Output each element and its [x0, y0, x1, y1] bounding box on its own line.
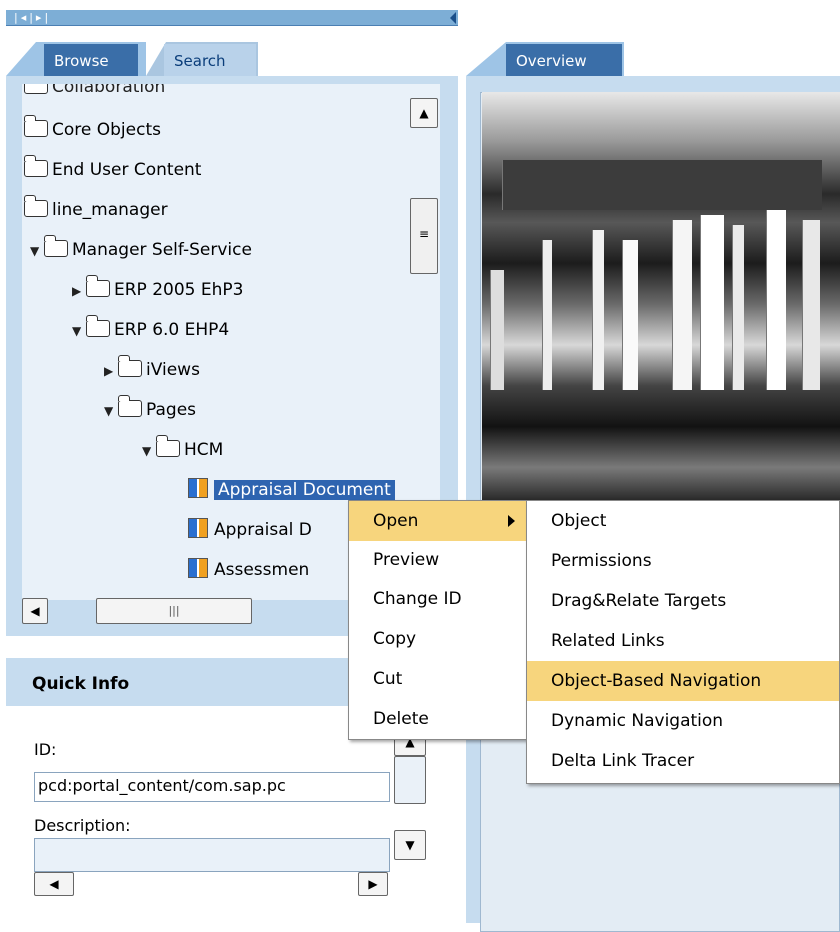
- tree-item-appraisal-d[interactable]: Appraisal D: [188, 518, 312, 542]
- page-icon: [188, 478, 208, 498]
- submenu-item-delta-link-tracer[interactable]: Delta Link Tracer: [527, 741, 839, 781]
- history-nav-buttons[interactable]: |◂|▸|: [14, 11, 51, 24]
- tree-item-label: Collaboration: [52, 84, 166, 97]
- tree-item-pages[interactable]: ▼ Pages: [104, 395, 197, 423]
- tree-item-label: Assessmen: [214, 560, 310, 580]
- tree-item-label: HCM: [184, 440, 224, 460]
- tree-item-label: iViews: [146, 360, 200, 380]
- submenu-item-permissions[interactable]: Permissions: [527, 541, 839, 581]
- quickinfo-scroll-down-button[interactable]: ▼: [394, 830, 426, 860]
- folder-icon: [85, 315, 110, 337]
- tab-search[interactable]: Search: [164, 44, 256, 76]
- tree-item-assessment[interactable]: Assessmen: [188, 558, 309, 582]
- tree-item-end-user-content[interactable]: End User Content: [23, 155, 202, 182]
- description-scroll-left-button[interactable]: ◀: [34, 872, 74, 896]
- open-submenu: Object Permissions Drag&Relate Targets R…: [526, 500, 840, 784]
- expand-right-icon[interactable]: ▶: [72, 279, 86, 303]
- folder-icon: [24, 84, 48, 94]
- tree-item-label: ERP 6.0 EHP4: [114, 320, 230, 340]
- tree-item-core-objects[interactable]: Core Objects: [23, 115, 161, 142]
- folder-icon: [23, 115, 48, 137]
- top-navigation-strip: |◂|▸|: [6, 10, 458, 26]
- tree-item-line-manager[interactable]: line_manager: [23, 195, 168, 222]
- library-books-image: [482, 92, 840, 500]
- submenu-item-related-links[interactable]: Related Links: [527, 621, 839, 661]
- page-icon: [188, 518, 208, 538]
- menu-item-copy[interactable]: Copy: [349, 619, 527, 659]
- folder-icon: [85, 275, 110, 297]
- tree-item-label: Manager Self-Service: [72, 240, 252, 260]
- tab-search-label: Search: [174, 52, 226, 70]
- expand-down-icon[interactable]: ▼: [104, 399, 118, 423]
- submenu-item-dynamic-navigation[interactable]: Dynamic Navigation: [527, 701, 839, 741]
- scroll-up-button[interactable]: ▲: [410, 98, 438, 128]
- tree-item-label: Pages: [146, 400, 197, 420]
- folder-icon: [23, 195, 48, 217]
- tab-browse-label: Browse: [54, 52, 109, 70]
- tree-item-appraisal-document-selected[interactable]: Appraisal Document: [188, 478, 395, 502]
- menu-item-open[interactable]: Open: [349, 501, 527, 541]
- tree-item-erp-6-ehp4[interactable]: ▼ ERP 6.0 EHP4: [72, 315, 230, 343]
- id-label: ID:: [34, 740, 57, 759]
- submenu-item-drag-relate-targets[interactable]: Drag&Relate Targets: [527, 581, 839, 621]
- tree-item-iviews[interactable]: ▶ iViews: [104, 355, 200, 383]
- description-field[interactable]: [34, 838, 390, 872]
- tree-item-erp-2005-ehp3[interactable]: ▶ ERP 2005 EhP3: [72, 275, 244, 303]
- folder-icon: [23, 155, 48, 177]
- folder-icon: [117, 355, 142, 377]
- tree-item-label: ERP 2005 EhP3: [114, 280, 244, 300]
- tab-browse[interactable]: Browse: [44, 44, 138, 76]
- expand-down-icon[interactable]: ▼: [142, 439, 156, 463]
- collapse-arrow-icon[interactable]: [450, 12, 456, 24]
- menu-item-label: Open: [373, 511, 419, 531]
- tree-item-hcm[interactable]: ▼ HCM: [142, 435, 224, 463]
- folder-icon: [117, 395, 142, 417]
- scroll-left-button[interactable]: ◀: [22, 598, 48, 624]
- tab-overview-label: Overview: [516, 52, 587, 70]
- tree-item-label: Appraisal Document: [214, 480, 395, 500]
- submenu-arrow-icon: [508, 515, 515, 527]
- expand-down-icon[interactable]: ▼: [30, 239, 44, 263]
- context-menu: Open Preview Change ID Copy Cut Delete: [348, 500, 528, 740]
- menu-item-cut[interactable]: Cut: [349, 659, 527, 699]
- tree-item-label: Core Objects: [52, 120, 161, 140]
- menu-item-delete[interactable]: Delete: [349, 699, 527, 739]
- description-scroll-right-button[interactable]: ▶: [358, 872, 388, 896]
- menu-item-preview[interactable]: Preview: [349, 541, 527, 579]
- tab-overview[interactable]: Overview: [506, 44, 622, 76]
- folder-icon: [43, 235, 68, 257]
- quickinfo-scroll-thumb[interactable]: [394, 756, 426, 804]
- menu-item-change-id[interactable]: Change ID: [349, 579, 527, 619]
- submenu-item-object[interactable]: Object: [527, 501, 839, 541]
- expand-down-icon[interactable]: ▼: [72, 319, 86, 343]
- tree-item-label: Appraisal D: [214, 520, 312, 540]
- folder-icon: [155, 435, 180, 457]
- description-label: Description:: [34, 816, 131, 835]
- submenu-item-object-based-navigation[interactable]: Object-Based Navigation: [527, 661, 839, 701]
- id-field[interactable]: pcd:portal_content/com.sap.pc: [34, 772, 390, 802]
- page-icon: [188, 558, 208, 578]
- tree-item-label: line_manager: [52, 200, 168, 220]
- vertical-scroll-thumb[interactable]: ≡: [410, 198, 438, 274]
- tree-item-collaboration[interactable]: Collaboration: [24, 84, 165, 99]
- expand-right-icon[interactable]: ▶: [104, 359, 118, 383]
- tree-item-manager-self-service[interactable]: ▼ Manager Self-Service: [30, 235, 252, 263]
- tree-item-label: End User Content: [52, 160, 202, 180]
- horizontal-scroll-thumb[interactable]: |||: [96, 598, 252, 624]
